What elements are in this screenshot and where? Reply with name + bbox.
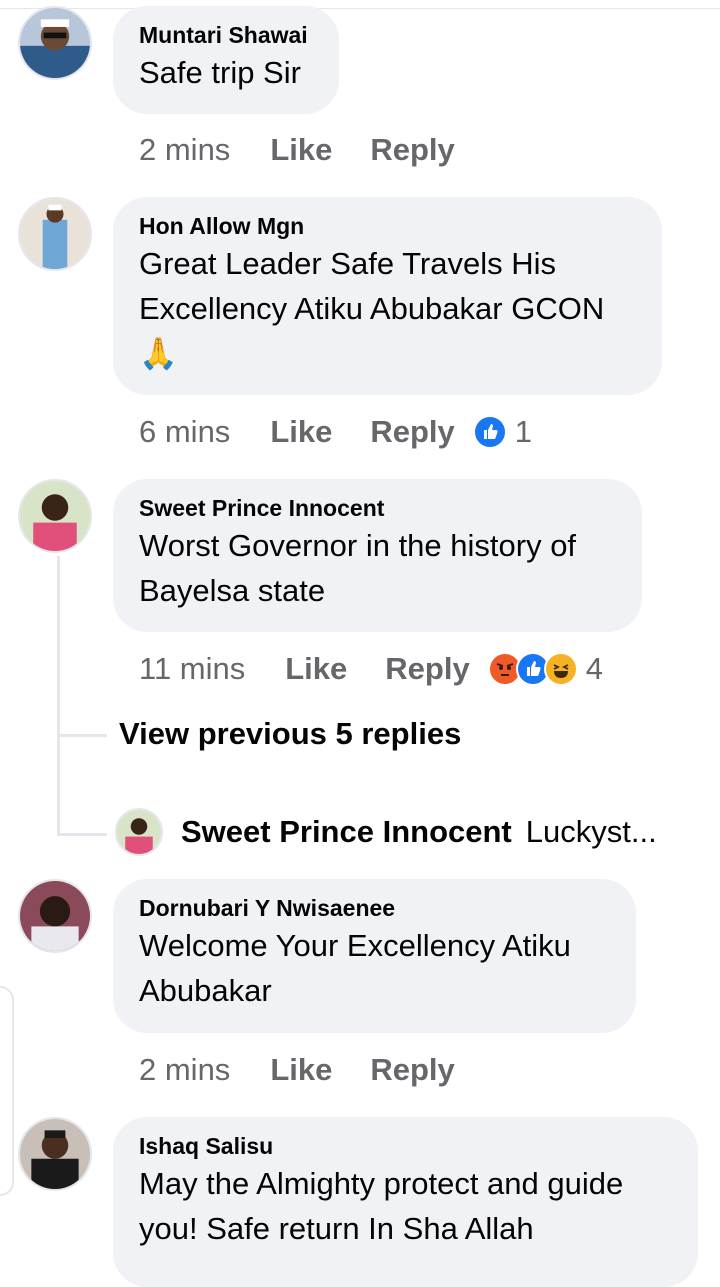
- comment-actions: 6 mins Like Reply 1: [139, 412, 532, 452]
- avatar[interactable]: [18, 479, 92, 553]
- comment-actions: 2 mins Like Reply: [139, 1050, 493, 1090]
- reaction-summary[interactable]: 4: [487, 651, 603, 687]
- comment-bubble[interactable]: Dornubari Y Nwisaenee Welcome Your Excel…: [113, 879, 636, 1033]
- comment-bubble[interactable]: Ishaq Salisu May the Almighty protect an…: [113, 1117, 698, 1287]
- like-button[interactable]: Like: [285, 651, 347, 687]
- reply-button[interactable]: Reply: [370, 1052, 454, 1088]
- thread-connector: [57, 734, 107, 737]
- avatar[interactable]: [18, 879, 92, 953]
- comment-actions: 2 mins Like Reply: [139, 130, 493, 170]
- reaction-summary[interactable]: 1: [472, 414, 533, 450]
- comment-text-line: Bayelsa state: [139, 573, 326, 608]
- comment-text-line: Abubakar: [139, 973, 272, 1008]
- avatar[interactable]: [18, 197, 92, 271]
- comment-time[interactable]: 2 mins: [139, 1052, 230, 1088]
- comment-text: Safe trip Sir: [139, 55, 301, 90]
- comment-author[interactable]: Muntari Shawai: [139, 20, 313, 50]
- reply-button[interactable]: Reply: [370, 414, 454, 450]
- reply-preview[interactable]: Sweet Prince Innocent Luckyst...: [115, 806, 657, 858]
- avatar[interactable]: [18, 1117, 92, 1191]
- thread-connector: [57, 833, 107, 836]
- pray-emoji: 🙏: [139, 336, 178, 371]
- comment-bubble[interactable]: Hon Allow Mgn Great Leader Safe Travels …: [113, 197, 662, 395]
- comment-time[interactable]: 11 mins: [139, 651, 245, 687]
- comment-author[interactable]: Dornubari Y Nwisaenee: [139, 893, 610, 923]
- top-divider: [0, 8, 720, 9]
- avatar[interactable]: [115, 808, 163, 856]
- avatar[interactable]: [18, 6, 92, 80]
- like-button[interactable]: Like: [270, 414, 332, 450]
- comment-text-line: Worst Governor in the history of: [139, 528, 577, 563]
- comment-bubble[interactable]: Sweet Prince Innocent Worst Governor in …: [113, 479, 642, 632]
- comment-actions: 11 mins Like Reply 4: [139, 649, 603, 689]
- reply-button[interactable]: Reply: [385, 651, 469, 687]
- sidebar-fragment: [0, 986, 14, 1196]
- comment-author[interactable]: Ishaq Salisu: [139, 1131, 672, 1161]
- comment-bubble[interactable]: Muntari Shawai Safe trip Sir: [113, 6, 339, 114]
- comment-time[interactable]: 6 mins: [139, 414, 230, 450]
- like-button[interactable]: Like: [270, 132, 332, 168]
- comment-author[interactable]: Sweet Prince Innocent: [139, 493, 616, 523]
- comment-text-line: Welcome Your Excellency Atiku: [139, 928, 571, 963]
- haha-icon: [543, 652, 578, 686]
- reply-author[interactable]: Sweet Prince Innocent: [181, 814, 512, 850]
- reaction-count: 4: [585, 651, 603, 686]
- comment-time[interactable]: 2 mins: [139, 132, 230, 168]
- comment-text-line: Excellency Atiku Abubakar GCON: [139, 291, 605, 326]
- reply-button[interactable]: Reply: [370, 132, 454, 168]
- like-button[interactable]: Like: [270, 1052, 332, 1088]
- reaction-count: 1: [514, 414, 533, 449]
- comment-text-line: you! Safe return In Sha Allah: [139, 1211, 534, 1246]
- comment-text-line: May the Almighty protect and guide: [139, 1166, 624, 1201]
- view-previous-replies-link[interactable]: View previous 5 replies: [119, 716, 461, 752]
- like-icon: [472, 415, 507, 449]
- comment-author[interactable]: Hon Allow Mgn: [139, 211, 636, 241]
- reply-preview-text: Luckyst...: [525, 814, 657, 849]
- comment-text-line: Great Leader Safe Travels His: [139, 246, 556, 281]
- thread-line: [57, 556, 60, 836]
